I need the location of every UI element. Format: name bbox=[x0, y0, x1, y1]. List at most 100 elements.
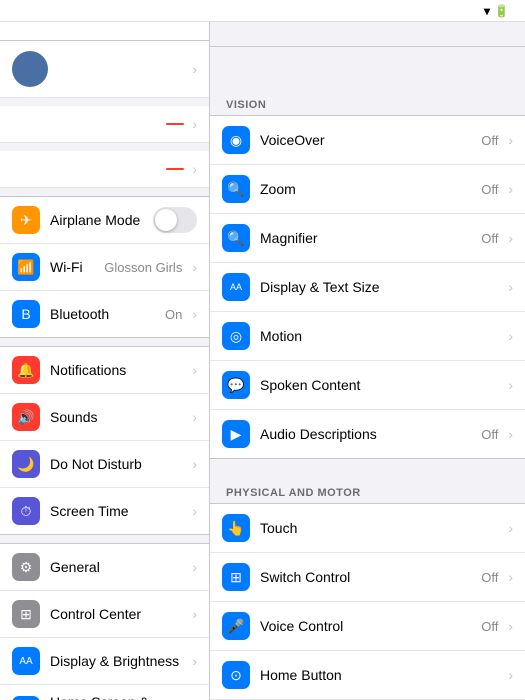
control-center-label: Control Center bbox=[50, 606, 182, 622]
sidebar-item-airplane-mode[interactable]: ✈Airplane Mode bbox=[0, 197, 209, 244]
audio-descriptions-icon: ▶ bbox=[222, 420, 250, 448]
general-label: General bbox=[50, 559, 182, 575]
sidebar-item-ipad-update[interactable]: › bbox=[0, 151, 209, 188]
status-bar: ▾ 🔋 bbox=[0, 0, 525, 22]
status-icons: ▾ 🔋 bbox=[484, 4, 513, 18]
control-center-icon: ⊞ bbox=[12, 600, 40, 628]
right-item-motion[interactable]: ◎ Motion › bbox=[210, 312, 525, 361]
update-badge bbox=[166, 168, 184, 170]
home-button-icon: ⊙ bbox=[222, 661, 250, 689]
voice-control-value: Off bbox=[481, 619, 498, 634]
chevron-right-icon: › bbox=[192, 362, 197, 378]
chevron-right-icon: › bbox=[508, 569, 513, 585]
spoken-content-icon: 💬 bbox=[222, 371, 250, 399]
chevron-right-icon: › bbox=[192, 161, 197, 177]
sidebar-user[interactable]: › bbox=[0, 41, 209, 98]
section-header-vision: VISION bbox=[210, 93, 525, 115]
screen-time-label: Screen Time bbox=[50, 503, 182, 519]
touch-label: Touch bbox=[260, 520, 498, 536]
right-panel-title bbox=[210, 22, 525, 47]
zoom-value: Off bbox=[481, 182, 498, 197]
chevron-right-icon: › bbox=[508, 520, 513, 536]
bluetooth-value: On bbox=[165, 307, 182, 322]
chevron-right-icon: › bbox=[508, 618, 513, 634]
right-item-voice-control[interactable]: 🎤 Voice Control Off › bbox=[210, 602, 525, 651]
sidebar-item-apple-id-suggestions[interactable]: › bbox=[0, 106, 209, 143]
chevron-right-icon: › bbox=[192, 456, 197, 472]
voiceover-icon: ◉ bbox=[222, 126, 250, 154]
sidebar-item-display-brightness[interactable]: AADisplay & Brightness› bbox=[0, 638, 209, 685]
wifi-value: Glosson Girls bbox=[104, 260, 182, 275]
right-item-zoom[interactable]: 🔍ZoomOff› bbox=[210, 165, 525, 214]
home-screen-icon: ⊟ bbox=[12, 696, 40, 700]
sidebar-section: ⚙ General › ⊞ Control Center › AA Display & Bri… bbox=[0, 543, 209, 700]
magnifier-value: Off bbox=[481, 231, 498, 246]
sidebar-item-notifications[interactable]: 🔔 Notifications › bbox=[0, 347, 209, 394]
sidebar-item-do-not-disturb[interactable]: 🌙Do Not Disturb› bbox=[0, 441, 209, 488]
general-icon: ⚙ bbox=[12, 553, 40, 581]
chevron-right-icon: › bbox=[508, 667, 513, 683]
audio-descriptions-value: Off bbox=[481, 427, 498, 442]
sidebar-section: ✈Airplane Mode📶Wi-FiGlosson Girls›BBluet… bbox=[0, 196, 209, 338]
sidebar-title bbox=[0, 22, 209, 41]
chevron-right-icon: › bbox=[192, 61, 197, 77]
voice-control-label: Voice Control bbox=[260, 618, 471, 634]
right-item-display-text-size[interactable]: AA Display & Text Size › bbox=[210, 263, 525, 312]
home-button-label: Home Button bbox=[260, 667, 498, 683]
right-item-magnifier[interactable]: 🔍MagnifierOff› bbox=[210, 214, 525, 263]
chevron-right-icon: › bbox=[192, 559, 197, 575]
right-panel: VISION ◉ VoiceOver Off › 🔍ZoomOff›🔍 Magnifier O… bbox=[210, 22, 525, 700]
chevron-right-icon: › bbox=[508, 279, 513, 295]
audio-descriptions-label: Audio Descriptions bbox=[260, 426, 471, 442]
voice-control-icon: 🎤 bbox=[222, 612, 250, 640]
right-item-switch-control[interactable]: ⊞Switch ControlOff› bbox=[210, 553, 525, 602]
sounds-icon: 🔊 bbox=[12, 403, 40, 431]
main-layout: › › › ✈Airplane Mode📶Wi-FiGlosson Girls›… bbox=[0, 22, 525, 700]
sidebar-item-control-center[interactable]: ⊞Control Center› bbox=[0, 591, 209, 638]
section-header-physical-motor: PHYSICAL AND MOTOR bbox=[210, 481, 525, 503]
chevron-right-icon: › bbox=[508, 328, 513, 344]
right-item-voiceover[interactable]: ◉VoiceOverOff› bbox=[210, 116, 525, 165]
chevron-right-icon: › bbox=[192, 306, 197, 322]
sidebar-items: ✈Airplane Mode📶Wi-FiGlosson Girls›BBluet… bbox=[0, 196, 209, 700]
notifications-icon: 🔔 bbox=[12, 356, 40, 384]
battery-icon: 🔋 bbox=[494, 4, 509, 18]
wifi-label: Wi-Fi bbox=[50, 259, 94, 275]
sidebar-item-home-screen[interactable]: ⊟Home Screen & Dock› bbox=[0, 685, 209, 700]
right-section-vision: ◉ VoiceOver Off › 🔍ZoomOff›🔍 Magnifier Off › AA D… bbox=[210, 115, 525, 459]
accessibility-description bbox=[210, 47, 525, 71]
sidebar-section: 🔔Notifications›🔊Sounds›🌙Do Not Disturb›⏱… bbox=[0, 346, 209, 535]
display-brightness-icon: AA bbox=[12, 647, 40, 675]
airplane-mode-icon: ✈ bbox=[12, 206, 40, 234]
motion-label: Motion bbox=[260, 328, 498, 344]
sidebar-item-sounds[interactable]: 🔊Sounds› bbox=[0, 394, 209, 441]
right-item-home-button[interactable]: ⊙ Home Button › bbox=[210, 651, 525, 700]
chevron-right-icon: › bbox=[508, 377, 513, 393]
screen-time-icon: ⏱ bbox=[12, 497, 40, 525]
airplane-mode-toggle[interactable] bbox=[153, 207, 197, 233]
motion-icon: ◎ bbox=[222, 322, 250, 350]
suggestion-badge bbox=[166, 123, 184, 125]
display-brightness-label: Display & Brightness bbox=[50, 653, 182, 669]
wifi-icon: ▾ bbox=[484, 4, 490, 18]
right-item-audio-descriptions[interactable]: ▶Audio DescriptionsOff› bbox=[210, 410, 525, 458]
avatar bbox=[12, 51, 48, 87]
sidebar-item-general[interactable]: ⚙ General › bbox=[0, 544, 209, 591]
bluetooth-icon: B bbox=[12, 300, 40, 328]
right-item-spoken-content[interactable]: 💬 Spoken Content › bbox=[210, 361, 525, 410]
sidebar-item-wifi[interactable]: 📶Wi-FiGlosson Girls› bbox=[0, 244, 209, 291]
zoom-icon: 🔍 bbox=[222, 175, 250, 203]
spoken-content-label: Spoken Content bbox=[260, 377, 498, 393]
magnifier-label: Magnifier bbox=[260, 230, 471, 246]
display-text-size-icon: AA bbox=[222, 273, 250, 301]
sidebar-item-screen-time[interactable]: ⏱ Screen Time › bbox=[0, 488, 209, 534]
chevron-right-icon: › bbox=[192, 503, 197, 519]
sidebar: › › › ✈Airplane Mode📶Wi-FiGlosson Girls›… bbox=[0, 22, 210, 700]
right-item-touch[interactable]: 👆Touch› bbox=[210, 504, 525, 553]
notifications-label: Notifications bbox=[50, 362, 182, 378]
voiceover-label: VoiceOver bbox=[260, 132, 471, 148]
display-text-size-label: Display & Text Size bbox=[260, 279, 498, 295]
right-section-physical-motor: 👆Touch›⊞Switch ControlOff›🎤Voice Control… bbox=[210, 503, 525, 700]
do-not-disturb-label: Do Not Disturb bbox=[50, 456, 182, 472]
sidebar-item-bluetooth[interactable]: BBluetoothOn› bbox=[0, 291, 209, 337]
